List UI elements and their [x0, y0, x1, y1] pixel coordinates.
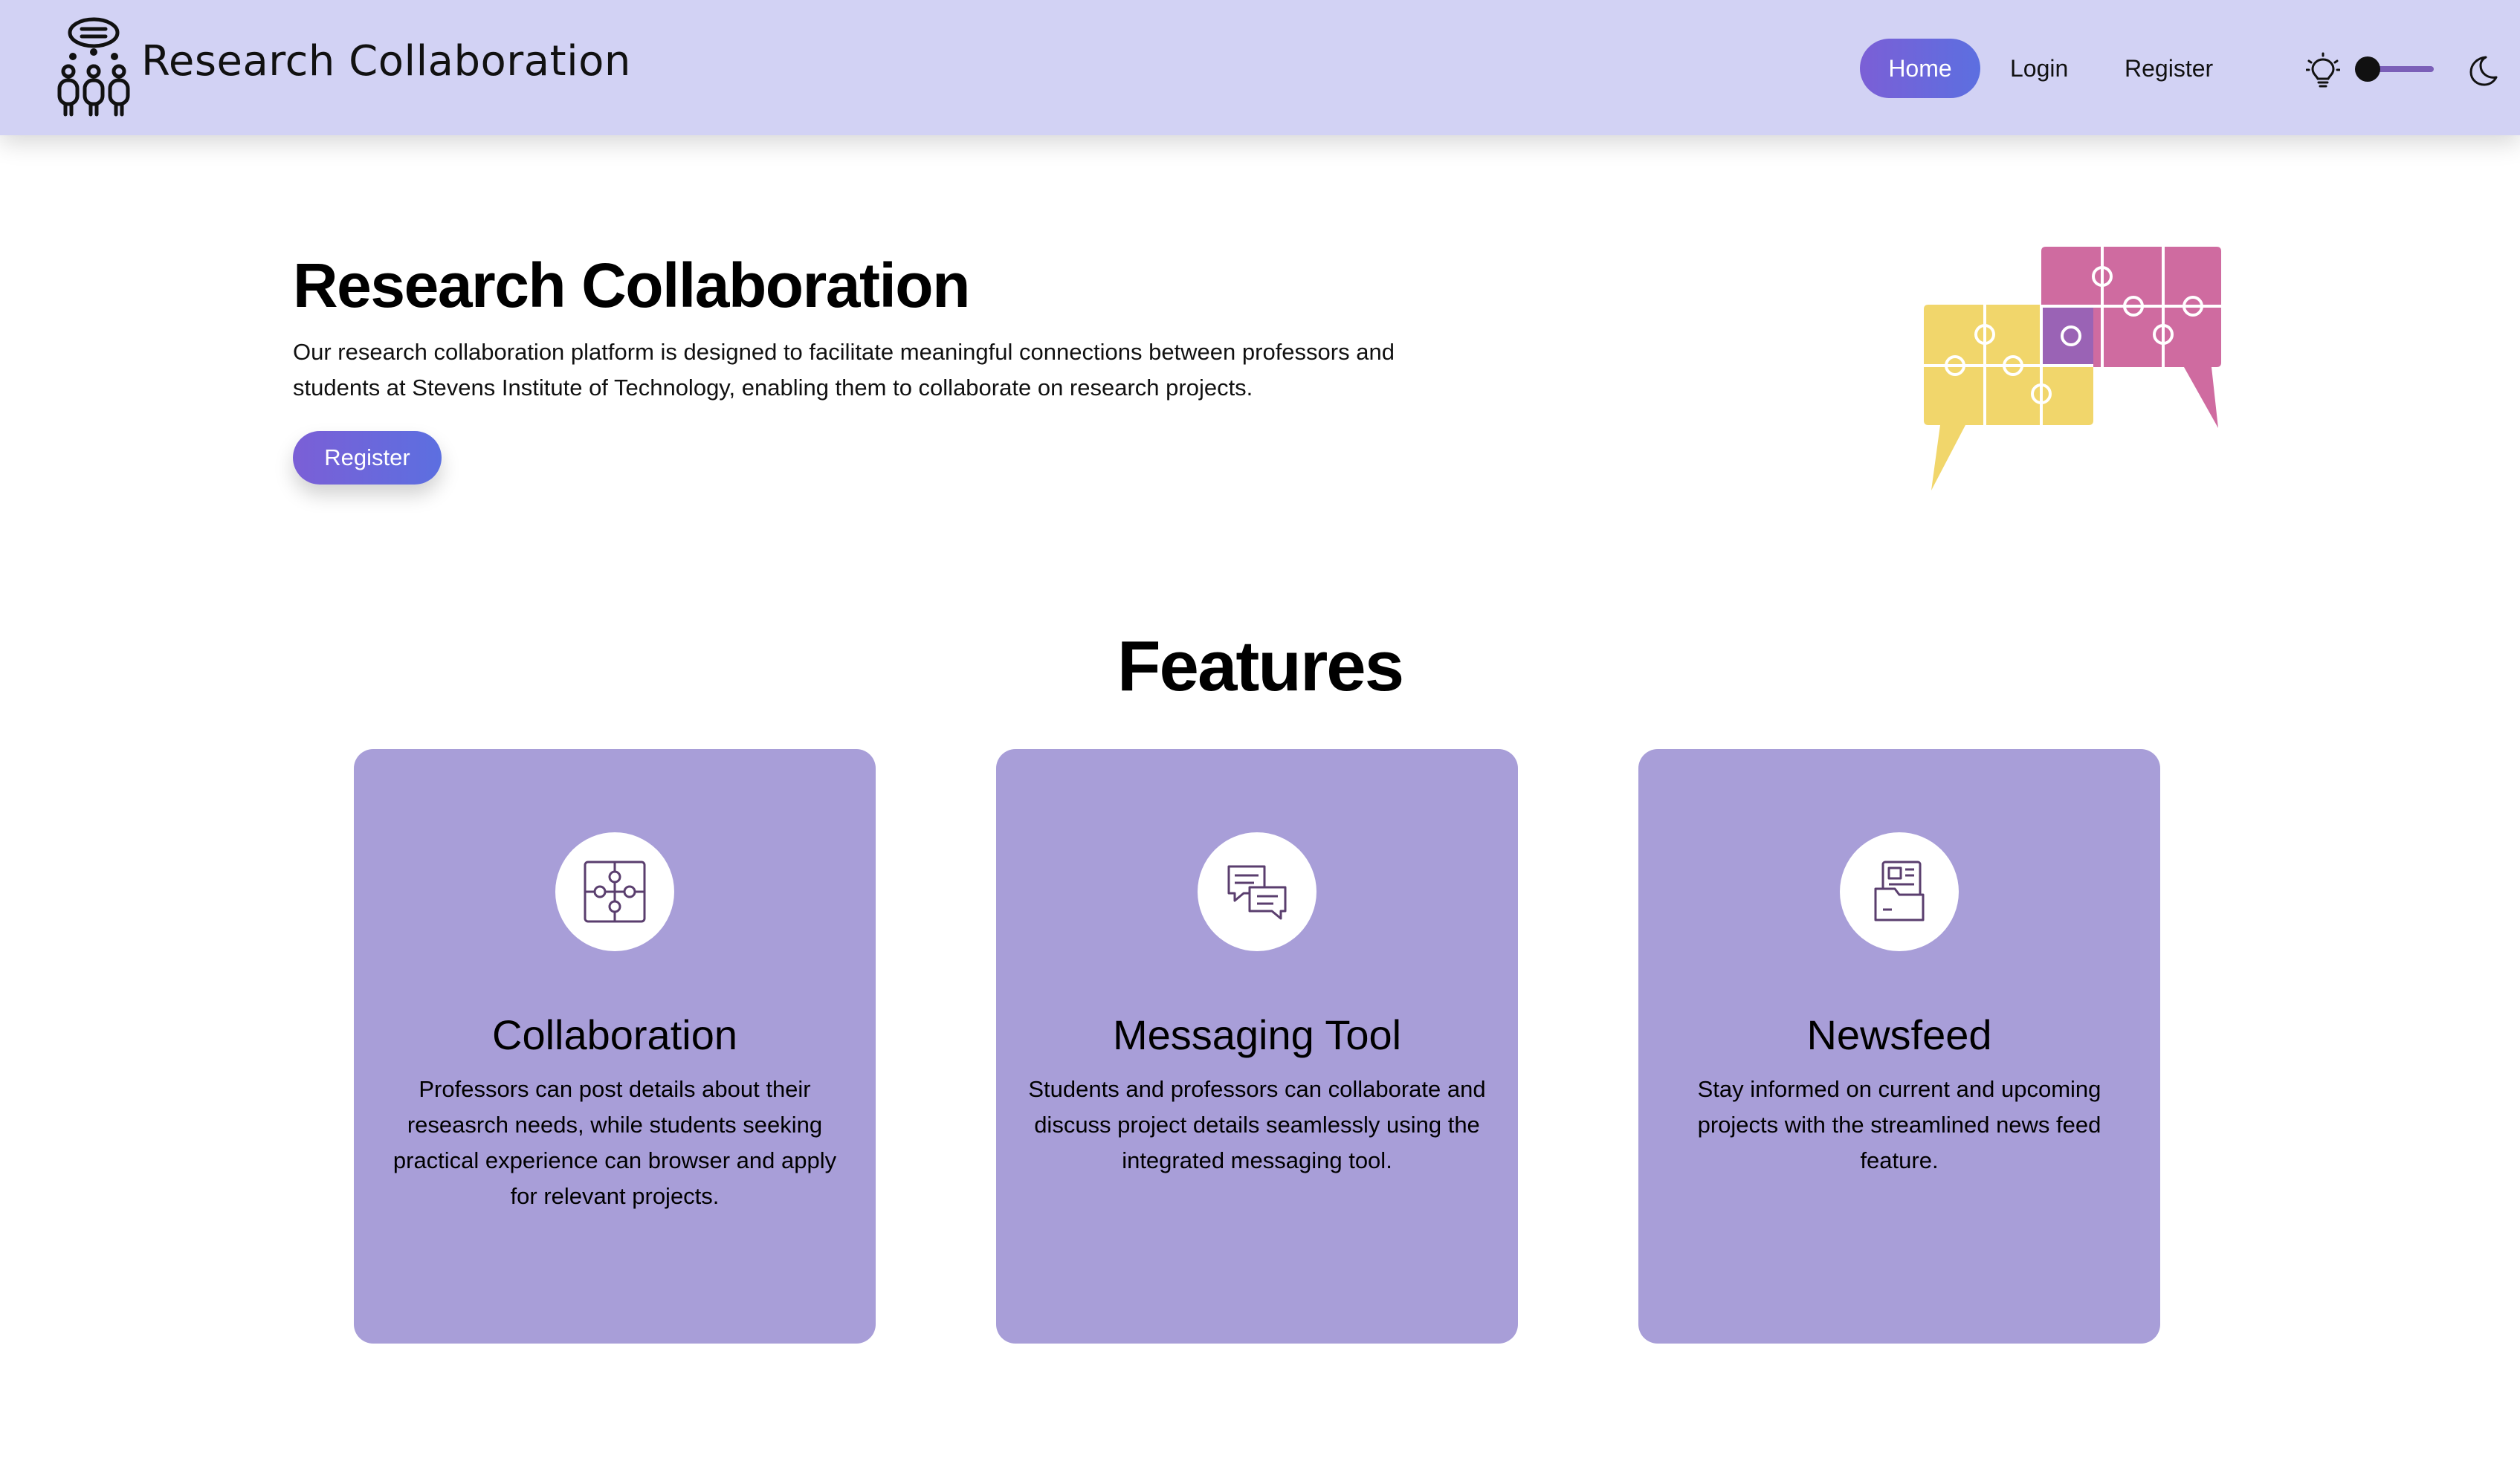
card-title: Messaging Tool [1112, 1011, 1402, 1058]
icon-circle [1840, 832, 1959, 951]
lightbulb-icon [2306, 52, 2340, 88]
features-heading: Features [1117, 626, 1404, 706]
newsfeed-icon [1874, 861, 1925, 921]
team-logo-icon[interactable] [55, 16, 132, 117]
card-title: Collaboration [492, 1011, 737, 1058]
card-description: Professors can post details about their … [392, 1076, 837, 1209]
chat-icon [1227, 865, 1287, 920]
nav-login-link[interactable]: Login [2010, 39, 2068, 98]
icon-circle [555, 832, 674, 951]
moon-icon [2469, 56, 2498, 86]
hero-title: Research Collaboration [293, 250, 970, 320]
nav-home-link[interactable]: Home [1860, 39, 1980, 98]
hero-register-button[interactable]: Register [293, 431, 442, 485]
card-title: Newsfeed [1806, 1011, 1992, 1058]
icon-circle [1198, 832, 1316, 951]
puzzle-icon [584, 861, 646, 923]
hero-description: Our research collaboration platform is d… [293, 339, 1395, 401]
feature-card-newsfeed: Newsfeed Stay informed on current and up… [1638, 749, 2160, 1344]
card-description: Students and professors can collaborate … [1028, 1076, 1486, 1173]
puzzle-speech-bubbles-illustration [1924, 247, 2221, 490]
nav-register-link[interactable]: Register [2125, 39, 2213, 98]
navbar: Research Collaboration Home Login Regist… [0, 0, 2520, 135]
card-description: Stay informed on current and upcoming pr… [1697, 1076, 2101, 1173]
feature-card-messaging-tool: Messaging Tool Students and professors c… [996, 749, 1518, 1344]
theme-toggle-slider[interactable] [2355, 56, 2434, 82]
feature-card-collaboration: Collaboration Professors can post detail… [354, 749, 876, 1344]
brand-title[interactable]: Research Collaboration [141, 37, 631, 85]
slider-thumb[interactable] [2355, 56, 2380, 82]
